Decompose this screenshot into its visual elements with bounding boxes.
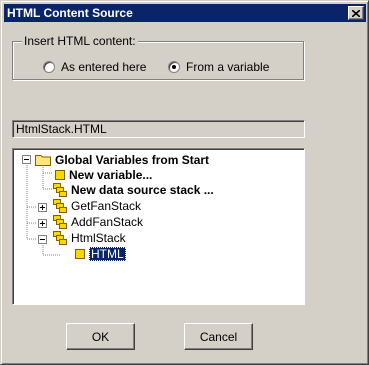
close-icon [352,9,360,17]
tree-item[interactable]: New variable... [55,167,152,183]
variable-path-field[interactable]: HtmlStack.HTML [12,120,305,138]
stack-icon [53,199,67,213]
radio-from-a-variable-label: From a variable [186,60,270,74]
cancel-button[interactable]: Cancel [184,323,253,350]
tree-item-label: New variable... [69,168,153,182]
folder-icon [35,155,51,166]
tree-item-selected[interactable]: HTML [75,246,126,262]
tree-item[interactable]: New data source stack ... [53,182,214,198]
tree-collapse-toggle[interactable] [38,235,47,244]
window-title: HTML Content Source [7,6,133,20]
radio-as-entered-here[interactable]: As entered here [43,60,146,74]
insert-html-content-label: Insert HTML content: [22,34,138,48]
radio-circle[interactable] [168,61,180,73]
radio-as-entered-here-label: As entered here [61,60,147,74]
radio-circle[interactable] [43,61,55,73]
stack-icon [53,231,67,245]
tree-item-label: HTML [89,247,126,261]
variable-icon [75,249,85,259]
variable-tree[interactable]: Global Variables from Start New variable… [12,148,305,305]
tree-item[interactable]: AddFanStack [53,214,143,230]
close-button[interactable] [348,6,364,20]
title-bar[interactable]: HTML Content Source [4,4,366,22]
tree-item-label: Global Variables from Start [55,153,210,167]
stack-icon [53,215,67,229]
tree-item-label: AddFanStack [71,215,144,229]
stack-icon [53,183,67,197]
tree-item-label: New data source stack ... [71,183,214,197]
tree-item[interactable]: Global Variables from Start [35,152,209,168]
tree-expand-toggle[interactable] [38,203,47,212]
tree-expand-toggle[interactable] [38,219,47,228]
radio-selected-dot [172,65,176,69]
radio-from-a-variable[interactable]: From a variable [168,60,269,74]
html-content-source-dialog: HTML Content Source Insert HTML content:… [0,0,369,365]
tree-item[interactable]: HtmlStack [53,230,126,246]
ok-button[interactable]: OK [66,323,135,350]
tree-item-label: HtmlStack [71,231,126,245]
variable-icon [55,170,65,180]
tree-item-label: GetFanStack [71,199,142,213]
tree-item[interactable]: GetFanStack [53,198,141,214]
tree-collapse-toggle[interactable] [22,155,31,164]
